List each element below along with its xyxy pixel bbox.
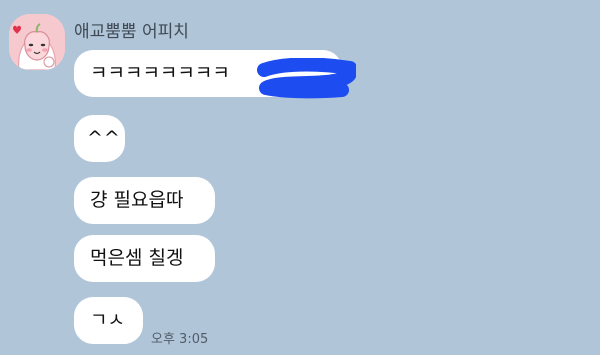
apeach-character-avatar-icon bbox=[9, 14, 65, 70]
message-bubble[interactable]: 먹은셈 칠겡 bbox=[74, 235, 215, 282]
message-bubble[interactable]: 걍 필요읍따 bbox=[74, 177, 215, 224]
message-bubble[interactable]: ㄱㅅ bbox=[74, 297, 143, 344]
message-text: ㅋㅋㅋㅋㅋㅋㅋㅋ bbox=[90, 62, 230, 84]
message-text: 걍 필요읍따 bbox=[90, 189, 184, 211]
sender-avatar[interactable] bbox=[9, 14, 65, 70]
message-text: ㄱㅅ bbox=[90, 309, 125, 331]
message-text: 먹은셈 칠겡 bbox=[90, 247, 184, 269]
message-text: ^^ bbox=[87, 127, 121, 149]
message-timestamp: 오후 3:05 bbox=[151, 332, 209, 347]
sender-name: 애교뿜뿜 어피치 bbox=[74, 22, 189, 42]
message-bubble[interactable]: ^^ bbox=[74, 115, 125, 162]
redaction-scribble bbox=[257, 58, 356, 99]
